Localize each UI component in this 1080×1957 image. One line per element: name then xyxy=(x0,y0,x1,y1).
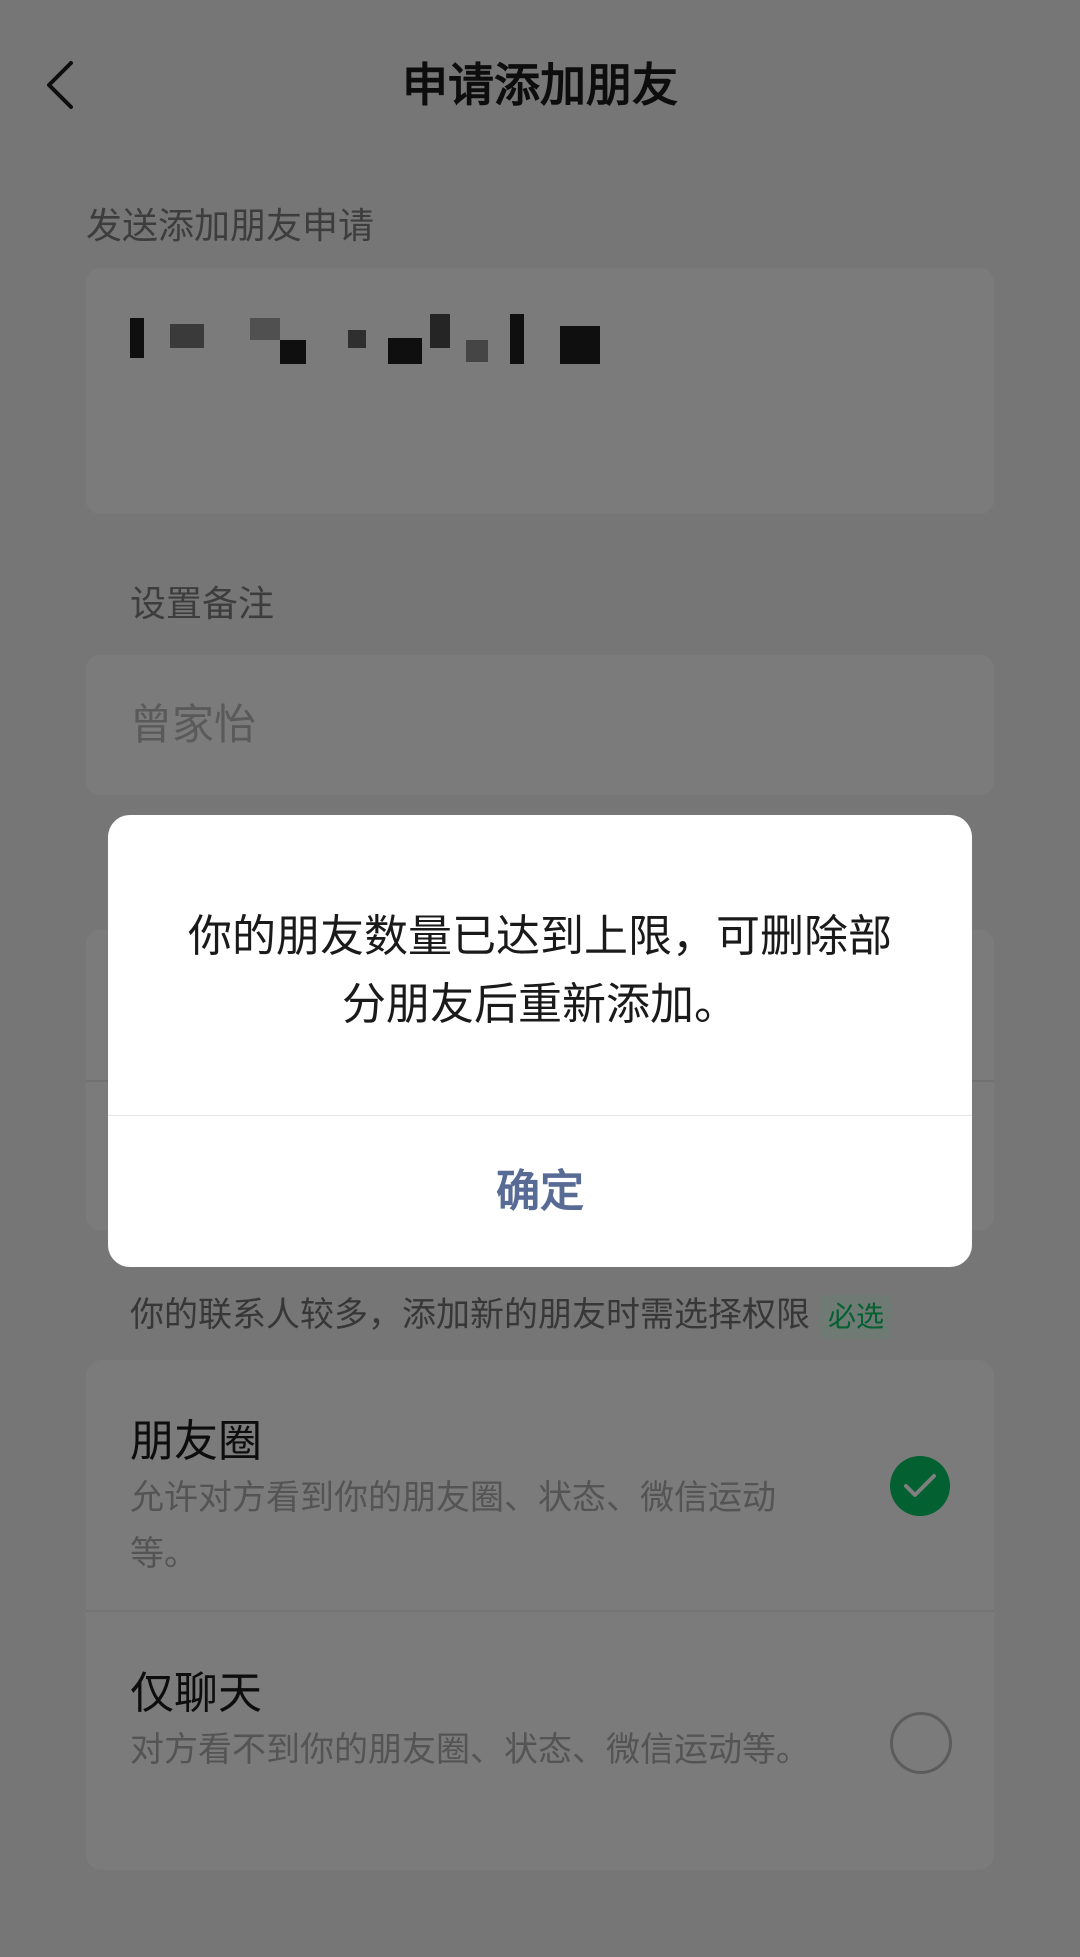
confirm-button[interactable]: 确定 xyxy=(108,1116,972,1267)
add-friend-page: 申请添加朋友 发送添加朋友申请 设置备注 曾家怡 你的联系人较多，添加新的朋友时… xyxy=(0,0,1080,1957)
alert-dialog: 你的朋友数量已达到上限，可删除部分朋友后重新添加。 确定 xyxy=(108,815,972,1267)
dialog-message: 你的朋友数量已达到上限，可删除部分朋友后重新添加。 xyxy=(188,911,892,1030)
